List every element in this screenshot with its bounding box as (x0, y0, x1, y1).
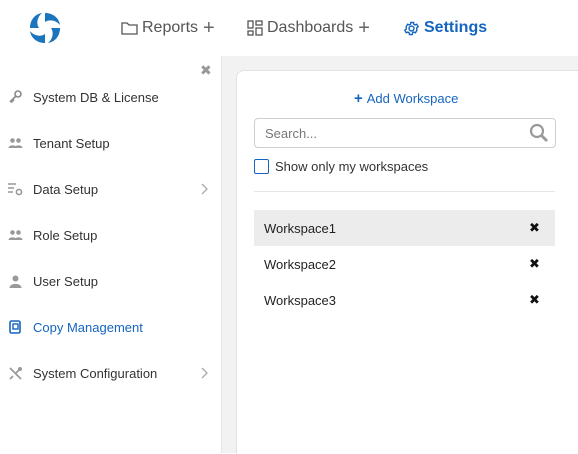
sidebar-item-label: System Configuration (33, 365, 158, 381)
tools-icon (7, 365, 23, 381)
nav-reports[interactable]: Reports + (121, 17, 215, 39)
sidebar-item-role-setup[interactable]: Role Setup (0, 217, 221, 253)
workspace-row[interactable]: Workspace2 ✖ (254, 246, 555, 282)
nav-dashboards[interactable]: Dashboards + (247, 17, 370, 39)
filter-label: Show only my workspaces (275, 159, 429, 174)
nav-reports-add[interactable]: + (203, 18, 215, 38)
search-input[interactable] (265, 123, 515, 143)
workspace-panel: + Add Workspace Show only my workspaces … (236, 70, 578, 454)
nav-dashboards-label: Dashboards (267, 19, 354, 36)
workspace-name: Workspace1 (264, 220, 337, 236)
workspace-search[interactable] (254, 118, 556, 148)
workspace-list: Workspace1 ✖ Workspace2 ✖ Workspace3 ✖ (254, 210, 555, 318)
close-sidebar-icon[interactable]: ✖ (200, 63, 212, 77)
users-icon (7, 135, 23, 151)
sidebar-item-label: User Setup (33, 273, 99, 289)
sidebar-item-label: Data Setup (33, 181, 99, 197)
gear-icon (403, 21, 420, 35)
sidebar-item-label: System DB & License (33, 89, 159, 105)
sidebar-item-tenant-setup[interactable]: Tenant Setup (0, 125, 221, 161)
nav-settings-label: Settings (424, 19, 488, 36)
delete-workspace-icon[interactable]: ✖ (529, 256, 540, 272)
chevron-right-icon (201, 183, 208, 195)
dashboard-grid-icon (247, 20, 263, 36)
add-workspace-button[interactable]: + Add Workspace (354, 91, 458, 106)
show-only-my-workspaces-filter[interactable]: Show only my workspaces (254, 159, 428, 174)
folder-icon (121, 22, 138, 35)
sidebar-item-system-db-license[interactable]: System DB & License (0, 79, 221, 115)
settings-sidebar: ✖ System DB & License Tenant Setup Data … (0, 56, 222, 453)
users-icon (7, 227, 23, 243)
divider (254, 191, 555, 192)
copy-icon (7, 319, 23, 335)
workspace-name: Workspace3 (264, 292, 337, 308)
workspace-row[interactable]: Workspace3 ✖ (254, 282, 555, 318)
nav-settings[interactable]: Settings (403, 17, 487, 39)
workspace-row[interactable]: Workspace1 ✖ (254, 210, 555, 246)
add-workspace-label: Add Workspace (366, 91, 459, 106)
user-icon (7, 273, 23, 289)
top-navigation-bar: Reports + Dashboards + Settings (0, 0, 578, 56)
sidebar-item-label: Copy Management (33, 319, 143, 335)
sidebar-item-data-setup[interactable]: Data Setup (0, 171, 221, 207)
data-settings-icon (7, 181, 23, 197)
nav-reports-label: Reports (142, 19, 199, 36)
show-only-my-workspaces-checkbox[interactable] (254, 159, 269, 174)
sidebar-item-system-configuration[interactable]: System Configuration (0, 355, 221, 391)
sidebar-item-label: Role Setup (33, 227, 98, 243)
workspace-name: Workspace2 (264, 256, 337, 272)
key-icon (7, 89, 23, 105)
nav-dashboards-add[interactable]: + (358, 18, 370, 38)
sidebar-item-user-setup[interactable]: User Setup (0, 263, 221, 299)
sidebar-item-label: Tenant Setup (33, 135, 110, 151)
app-logo-icon[interactable] (27, 10, 63, 46)
delete-workspace-icon[interactable]: ✖ (529, 292, 540, 308)
search-icon[interactable] (529, 123, 549, 143)
chevron-right-icon (201, 367, 208, 379)
plus-icon: + (354, 90, 363, 107)
delete-workspace-icon[interactable]: ✖ (529, 220, 540, 236)
sidebar-item-copy-management[interactable]: Copy Management (0, 309, 221, 345)
